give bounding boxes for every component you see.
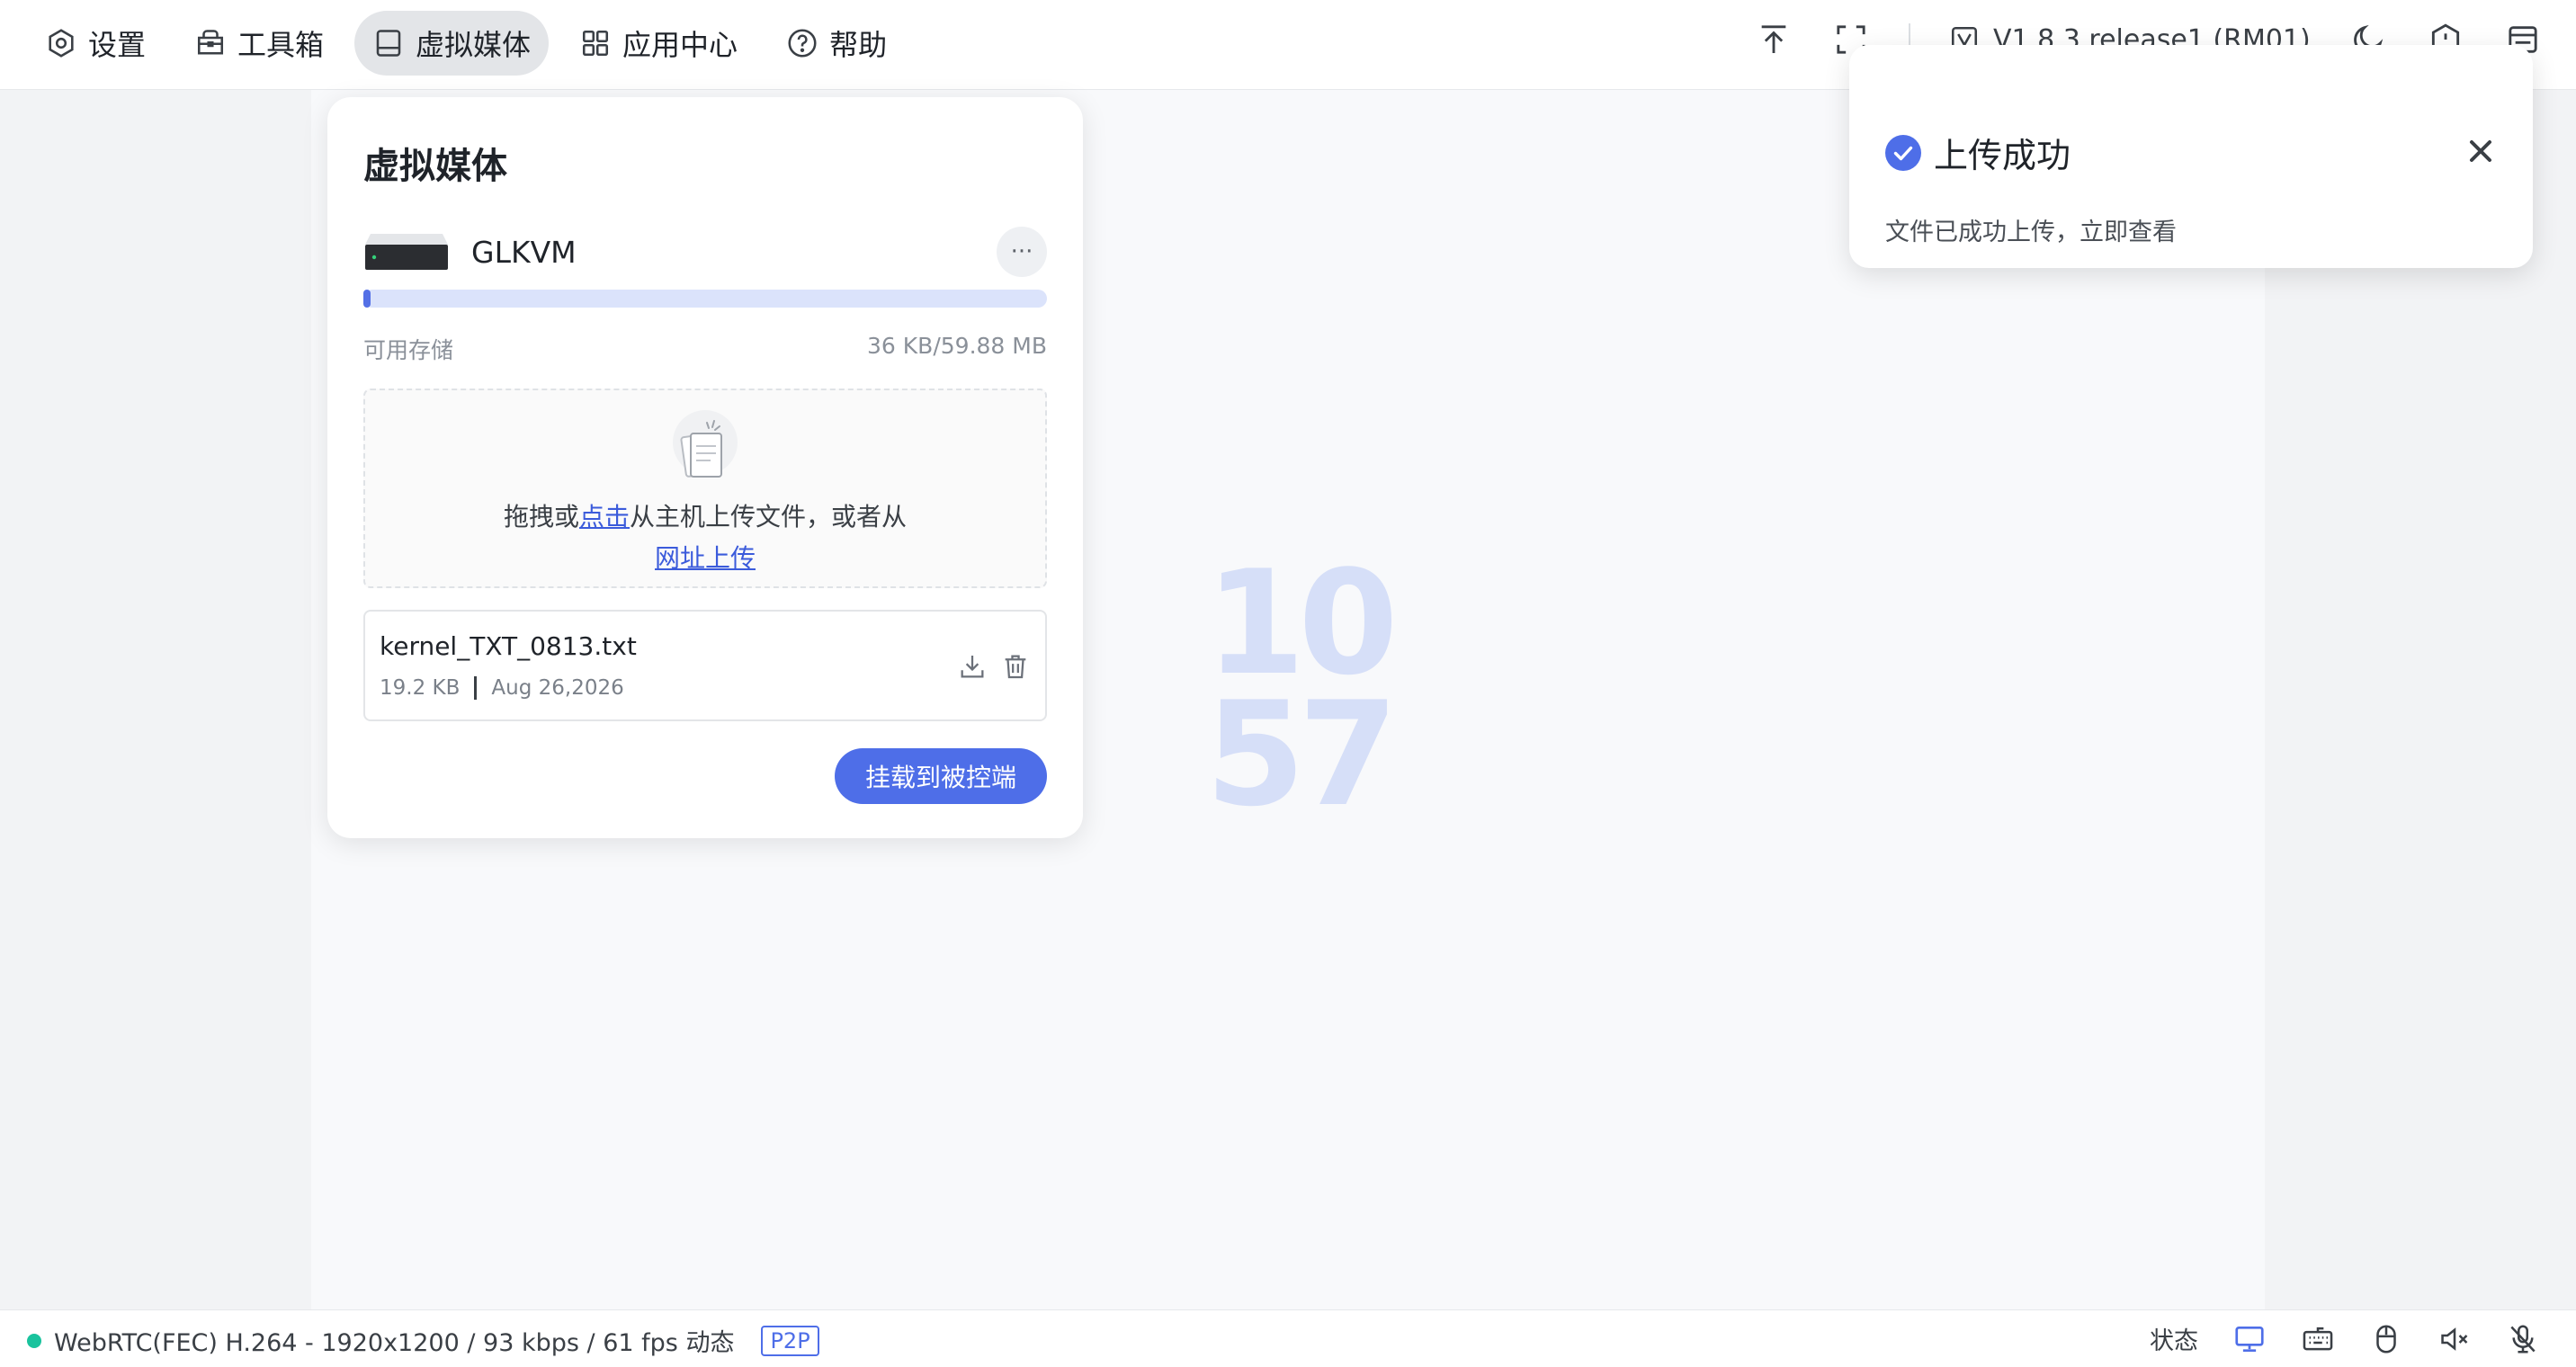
nav-toolbox-label: 工具箱 [237, 28, 325, 62]
nav-virtual-media[interactable]: 虚拟媒体 [354, 11, 550, 76]
settings-icon [49, 29, 74, 58]
nav-app-center[interactable]: 应用中心 [561, 11, 756, 76]
upload-success-toast: 上传成功 文件已成功上传，立即查看 [1849, 45, 2533, 268]
toast-title: 上传成功 [1934, 136, 2071, 175]
nav-help-label: 帮助 [829, 28, 888, 62]
status-bar: WebRTC(FEC) H.264 - 1920x1200 / 93 kbps … [0, 1309, 2576, 1367]
remote-clock: 10 57 [1205, 551, 1399, 838]
storage-progress-bar [363, 290, 1047, 308]
download-icon[interactable] [957, 651, 988, 682]
dropzone-text: 拖拽或点击从主机上传文件，或者从 网址上传 [365, 496, 1045, 579]
dropzone-text-after: 从主机上传文件，或者从 [630, 502, 908, 532]
clock-minutes: 57 [1205, 670, 1399, 838]
file-date: Aug 26,2026 [491, 676, 624, 700]
nav-settings[interactable]: 设置 [27, 11, 164, 76]
status-toolbar: 状态 [2150, 1321, 2540, 1356]
drive-name: GLKVM [471, 234, 577, 270]
help-icon [788, 29, 817, 58]
success-check-icon [1885, 135, 1921, 171]
toolbox-icon [197, 30, 224, 55]
speaker-muted-icon[interactable] [2437, 1322, 2472, 1356]
storage-device-icon [365, 234, 448, 270]
stream-info-text: WebRTC(FEC) H.264 - 1920x1200 / 93 kbps … [54, 1329, 735, 1357]
storage-value: 36 KB/59.88 MB [867, 333, 1047, 359]
mouse-icon[interactable] [2369, 1322, 2403, 1356]
keyboard-icon[interactable] [2301, 1322, 2335, 1356]
nav-help[interactable]: 帮助 [768, 11, 905, 76]
virtual-media-panel: 虚拟媒体 GLKVM ··· 可用存储 36 KB/59.88 MB 拖拽或点击… [327, 97, 1083, 838]
nav-virtual-media-label: 虚拟媒体 [416, 28, 532, 62]
storage-label: 可用存储 [363, 337, 454, 363]
click-upload-link[interactable]: 点击 [579, 502, 630, 532]
file-size: 19.2 KB [380, 676, 461, 700]
upload-top-button[interactable] [1754, 20, 1793, 59]
file-actions [957, 651, 1031, 682]
upload-dropzone[interactable]: 拖拽或点击从主机上传文件，或者从 网址上传 [363, 389, 1047, 588]
nav-settings-label: 设置 [88, 28, 147, 62]
storage-progress-fill [363, 290, 371, 308]
monitor-icon[interactable] [2232, 1322, 2267, 1356]
close-icon[interactable] [2463, 133, 2499, 169]
drive-row: GLKVM ··· [363, 223, 1047, 281]
panel-title: 虚拟媒体 [363, 146, 507, 187]
microphone-muted-icon[interactable] [2506, 1322, 2540, 1356]
stream-status: WebRTC(FEC) H.264 - 1920x1200 / 93 kbps … [27, 1323, 819, 1358]
file-name: kernel_TXT_0813.txt [380, 631, 637, 661]
delete-icon[interactable] [1000, 651, 1031, 682]
apps-grid-icon [583, 30, 609, 57]
nav-toolbox[interactable]: 工具箱 [176, 11, 342, 76]
status-label: 状态 [2150, 1327, 2198, 1355]
connection-status-dot [27, 1333, 41, 1348]
app-root: 设置 工具箱 虚拟媒体 应用中心 帮助 V1.8.3 release1 (RM0… [0, 0, 2576, 1367]
url-upload-link[interactable]: 网址上传 [655, 543, 756, 573]
upload-file-icon [673, 410, 738, 478]
upload-top-icon [1761, 25, 1786, 53]
toast-message[interactable]: 文件已成功上传，立即查看 [1885, 212, 2177, 247]
mount-to-target-button[interactable]: 挂载到被控端 [835, 748, 1047, 804]
nav-app-center-label: 应用中心 [622, 28, 738, 62]
main-nav: 设置 工具箱 虚拟媒体 应用中心 帮助 [27, 11, 905, 76]
dropzone-text-before: 拖拽或 [503, 502, 579, 532]
drive-icon [376, 30, 401, 57]
meta-divider [474, 676, 478, 700]
file-meta: 19.2 KB Aug 26,2026 [380, 676, 624, 700]
more-options-button[interactable]: ··· [997, 227, 1047, 277]
file-list-item[interactable]: kernel_TXT_0813.txt 19.2 KB Aug 26,2026 [363, 610, 1047, 721]
p2p-badge: P2P [761, 1325, 819, 1356]
